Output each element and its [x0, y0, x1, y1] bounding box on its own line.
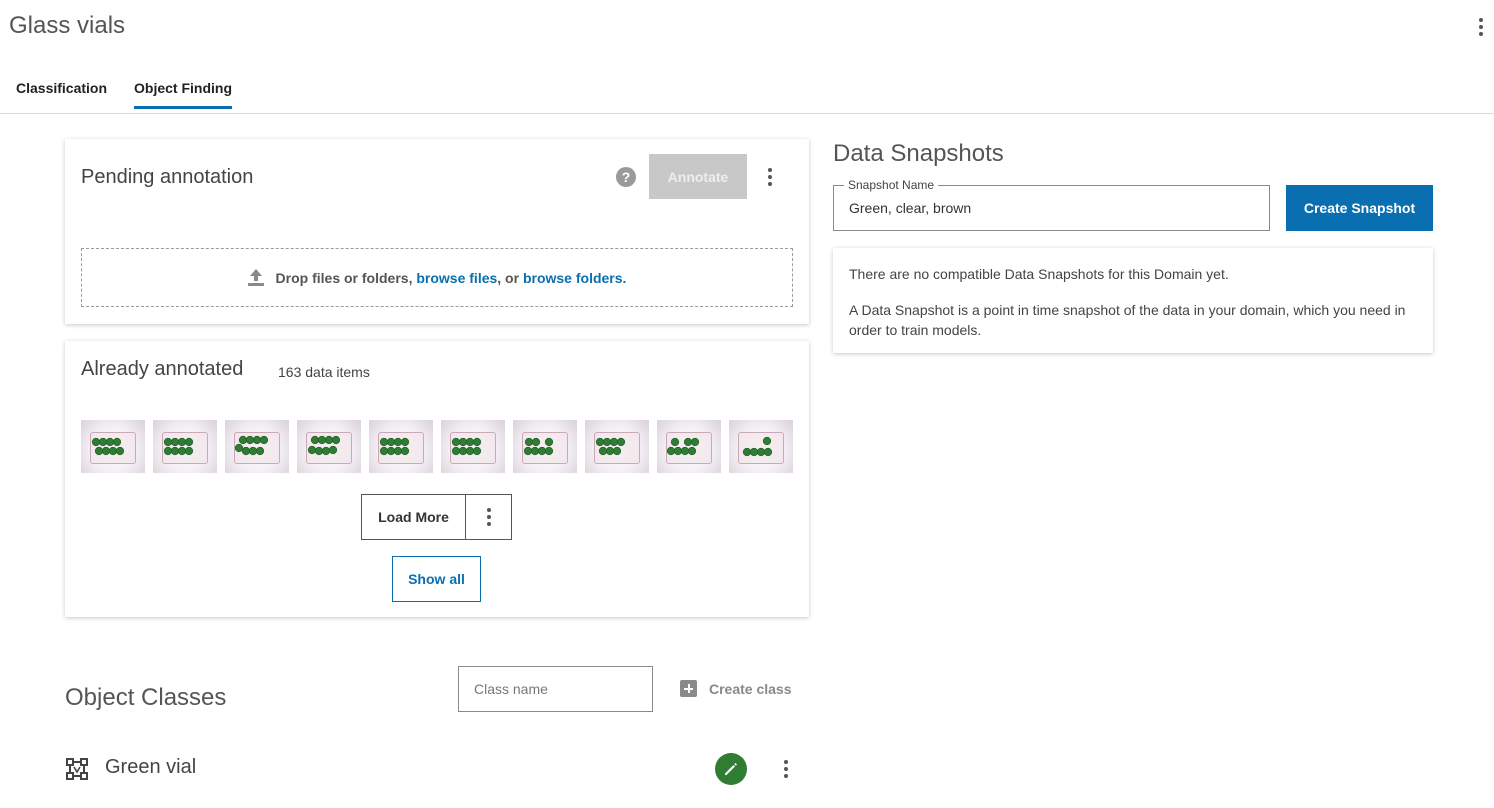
- load-more-group: Load More: [361, 494, 512, 540]
- annotated-thumbnail[interactable]: [441, 420, 505, 473]
- create-class-label: Create class: [709, 680, 792, 697]
- annotated-thumbnail[interactable]: [297, 420, 361, 473]
- app-title: Glass vials: [9, 12, 126, 39]
- create-class-button[interactable]: Create class: [680, 680, 792, 697]
- data-items-count: 163 data items: [278, 364, 370, 380]
- app-more-icon[interactable]: [1472, 14, 1490, 40]
- annotated-thumbnail[interactable]: [225, 420, 289, 473]
- snapshot-info-description: A Data Snapshot is a point in time snaps…: [849, 302, 1406, 338]
- load-more-options-icon[interactable]: [466, 495, 511, 539]
- annotated-thumbnail[interactable]: [729, 420, 793, 473]
- snapshot-info-panel: There are no compatible Data Snapshots f…: [833, 248, 1433, 353]
- already-annotated-title: Already annotated: [81, 358, 244, 380]
- bounding-box-icon: [66, 758, 88, 780]
- pending-annotation-title: Pending annotation: [81, 166, 254, 188]
- annotated-thumbnail[interactable]: [369, 420, 433, 473]
- class-item-more-icon[interactable]: [779, 757, 793, 781]
- create-snapshot-button[interactable]: Create Snapshot: [1286, 185, 1433, 231]
- snapshot-name-input[interactable]: [849, 200, 1249, 216]
- help-circle-icon[interactable]: ?: [616, 167, 636, 187]
- load-more-button[interactable]: Load More: [362, 495, 466, 539]
- drop-end-text: .: [622, 269, 627, 286]
- plus-icon: [680, 680, 697, 697]
- annotated-thumbnail[interactable]: [153, 420, 217, 473]
- snapshot-info-empty: There are no compatible Data Snapshots f…: [849, 266, 1229, 282]
- annotated-thumbnail[interactable]: [513, 420, 577, 473]
- tab-object-finding[interactable]: Object Finding: [134, 80, 232, 109]
- already-annotated-card: Already annotated 163 data items Load Mo…: [65, 341, 809, 617]
- file-dropzone[interactable]: Drop files or folders, browse files, or …: [81, 248, 793, 307]
- drop-or-text: , or: [497, 269, 523, 286]
- edit-class-button[interactable]: [715, 753, 747, 785]
- annotate-button[interactable]: Annotate: [649, 154, 747, 199]
- thumbnail-strip: [81, 420, 793, 473]
- tab-classification[interactable]: Classification: [16, 80, 107, 106]
- annotated-thumbnail[interactable]: [81, 420, 145, 473]
- object-classes-title: Object Classes: [65, 684, 227, 711]
- show-all-button[interactable]: Show all: [392, 556, 481, 602]
- class-name-input[interactable]: [458, 666, 653, 712]
- browse-folders-link[interactable]: browse folders: [523, 270, 623, 286]
- drop-text: Drop files or folders,: [275, 269, 417, 286]
- snapshot-name-field: Snapshot Name: [833, 178, 1270, 231]
- pending-annotation-card: Pending annotation ? Annotate Drop files…: [65, 139, 809, 324]
- upload-icon: [247, 268, 264, 287]
- browse-files-link[interactable]: browse files: [416, 270, 497, 286]
- tab-bar: Classification Object Finding: [0, 66, 1494, 114]
- annotated-thumbnail[interactable]: [585, 420, 649, 473]
- class-item-label: Green vial: [105, 756, 197, 778]
- pending-more-icon[interactable]: [763, 165, 777, 189]
- pencil-icon: [725, 763, 737, 775]
- snapshot-name-label: Snapshot Name: [844, 178, 939, 192]
- data-snapshots-title: Data Snapshots: [833, 140, 1004, 167]
- annotated-thumbnail[interactable]: [657, 420, 721, 473]
